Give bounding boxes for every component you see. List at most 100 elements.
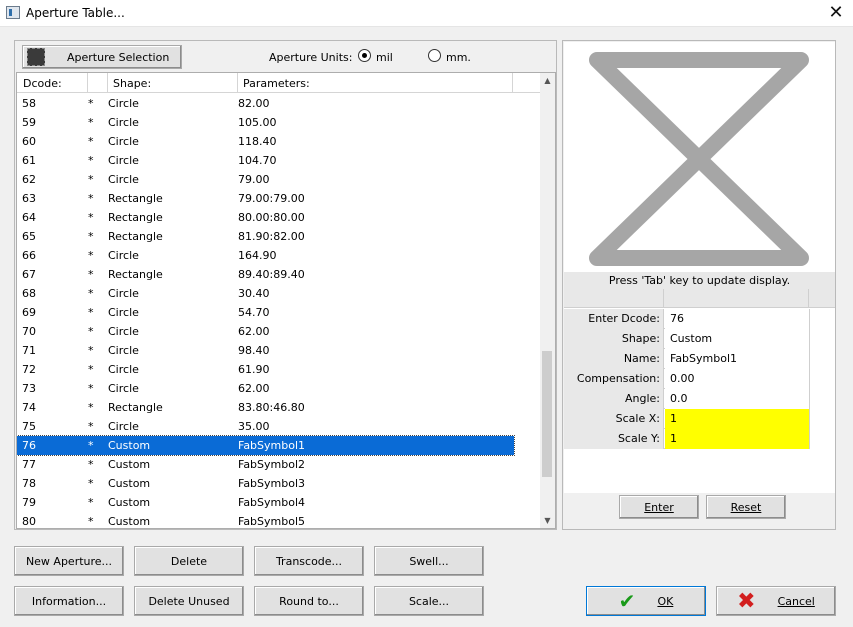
property-row: Enter Dcode: 76 <box>564 309 810 329</box>
aperture-selection-icon <box>27 48 45 66</box>
unit-label-mil[interactable]: mil <box>376 51 393 64</box>
aperture-table[interactable]: Dcode: Shape: Parameters: 58 * Circle 82.00… <box>16 72 556 529</box>
property-row: Scale X: 1 <box>564 409 810 429</box>
scale-button[interactable]: Scale... <box>374 586 484 616</box>
table-row[interactable]: 74 * Rectangle 83.80:46.80 <box>17 398 514 417</box>
cell-shape: Circle <box>108 154 139 167</box>
cell-mark: * <box>88 382 94 395</box>
cell-mark: * <box>88 477 94 490</box>
delete-label: Delete <box>170 554 208 568</box>
aperture-selection-button[interactable]: Aperture Selection <box>22 45 182 69</box>
new-aperture-button[interactable]: New Aperture... <box>14 546 124 576</box>
cell-shape: Circle <box>108 97 139 110</box>
property-value-field[interactable]: 76 <box>665 309 810 329</box>
swell-button[interactable]: Swell... <box>374 546 484 576</box>
scroll-thumb[interactable] <box>542 351 552 477</box>
aperture-selection-label: Aperture Selection <box>67 50 170 64</box>
cell-dcode: 79 <box>22 496 36 509</box>
cell-shape: Circle <box>108 116 139 129</box>
app-icon <box>6 6 20 19</box>
header-parameters[interactable]: Parameters: <box>243 77 310 90</box>
cell-mark: * <box>88 344 94 357</box>
round-to-label: Round to... <box>279 594 339 608</box>
ok-button[interactable]: ✔ OK <box>586 586 706 616</box>
cell-parameters: 62.00 <box>238 382 270 395</box>
cell-parameters: 82.00 <box>238 97 270 110</box>
cell-parameters: 104.70 <box>238 154 277 167</box>
close-icon[interactable]: ✕ <box>819 0 853 27</box>
table-row[interactable]: 63 * Rectangle 79.00:79.00 <box>17 189 514 208</box>
cell-dcode: 76 <box>22 439 36 452</box>
table-row[interactable]: 66 * Circle 164.90 <box>17 246 514 265</box>
table-row[interactable]: 79 * Custom FabSymbol4 <box>17 493 514 512</box>
unit-radio-mil[interactable] <box>358 49 371 62</box>
information-button[interactable]: Information... <box>14 586 124 616</box>
table-row[interactable]: 59 * Circle 105.00 <box>17 113 514 132</box>
update-hint: Press 'Tab' key to update display. <box>564 272 835 289</box>
table-row[interactable]: 60 * Circle 118.40 <box>17 132 514 151</box>
transcode-label: Transcode... <box>275 554 343 568</box>
table-row[interactable]: 65 * Rectangle 81.90:82.00 <box>17 227 514 246</box>
unit-radio-mm[interactable] <box>428 49 441 62</box>
checkmark-icon: ✔ <box>618 589 636 613</box>
new-aperture-label: New Aperture... <box>25 554 113 568</box>
delete-button[interactable]: Delete <box>134 546 244 576</box>
cell-shape: Circle <box>108 382 139 395</box>
header-dcode[interactable]: Dcode: <box>23 77 62 90</box>
table-row[interactable]: 68 * Circle 30.40 <box>17 284 514 303</box>
cell-shape: Custom <box>108 515 151 528</box>
table-row[interactable]: 67 * Rectangle 89.40:89.40 <box>17 265 514 284</box>
cancel-button[interactable]: ✖ Cancel <box>716 586 836 616</box>
table-row[interactable]: 73 * Circle 62.00 <box>17 379 514 398</box>
property-value-field[interactable]: Custom <box>665 329 810 349</box>
enter-button[interactable]: Enter <box>619 495 699 519</box>
table-row[interactable]: 70 * Circle 62.00 <box>17 322 514 341</box>
table-row[interactable]: 80 * Custom FabSymbol5 <box>17 512 514 528</box>
cell-mark: * <box>88 420 94 433</box>
cell-parameters: 54.70 <box>238 306 270 319</box>
cell-mark: * <box>88 116 94 129</box>
cell-parameters: 80.00:80.00 <box>238 211 305 224</box>
property-value-field[interactable]: FabSymbol1 <box>665 349 810 369</box>
cell-shape: Circle <box>108 249 139 262</box>
property-row: Shape: Custom <box>564 329 810 349</box>
cell-dcode: 59 <box>22 116 36 129</box>
table-row[interactable]: 72 * Circle 61.90 <box>17 360 514 379</box>
table-row[interactable]: 75 * Circle 35.00 <box>17 417 514 436</box>
table-row[interactable]: 64 * Rectangle 80.00:80.00 <box>17 208 514 227</box>
table-row[interactable]: 61 * Circle 104.70 <box>17 151 514 170</box>
table-row[interactable]: 77 * Custom FabSymbol2 <box>17 455 514 474</box>
cell-shape: Circle <box>108 135 139 148</box>
delete-unused-button[interactable]: Delete Unused <box>134 586 244 616</box>
table-row[interactable]: 78 * Custom FabSymbol3 <box>17 474 514 493</box>
cell-parameters: 62.00 <box>238 325 270 338</box>
table-header: Dcode: Shape: Parameters: <box>17 73 542 93</box>
cell-mark: * <box>88 287 94 300</box>
unit-label-mm[interactable]: mm. <box>446 51 471 64</box>
table-row[interactable]: 76 * Custom FabSymbol1 <box>17 435 515 456</box>
cell-shape: Circle <box>108 306 139 319</box>
scroll-down-icon[interactable]: ▼ <box>540 513 555 528</box>
transcode-button[interactable]: Transcode... <box>254 546 364 576</box>
cell-shape: Circle <box>108 173 139 186</box>
property-value-field[interactable]: 1 <box>665 429 810 449</box>
table-row[interactable]: 62 * Circle 79.00 <box>17 170 514 189</box>
property-value-field[interactable]: 0.00 <box>665 369 810 389</box>
property-label: Enter Dcode: <box>564 309 664 329</box>
scroll-up-icon[interactable]: ▲ <box>540 73 555 88</box>
table-row[interactable]: 58 * Circle 82.00 <box>17 94 514 113</box>
vertical-scrollbar[interactable]: ▲ ▼ <box>540 73 555 528</box>
header-shape[interactable]: Shape: <box>113 77 151 90</box>
property-value-field[interactable]: 0.0 <box>665 389 810 409</box>
cell-parameters: 83.80:46.80 <box>238 401 305 414</box>
table-row[interactable]: 71 * Circle 98.40 <box>17 341 514 360</box>
aperture-units-label: Aperture Units: <box>269 51 353 64</box>
cell-parameters: 61.90 <box>238 363 270 376</box>
scale-label: Scale... <box>408 594 450 608</box>
round-to-button[interactable]: Round to... <box>254 586 364 616</box>
reset-button[interactable]: Reset <box>706 495 786 519</box>
cell-mark: * <box>88 515 94 528</box>
window-title: Aperture Table... <box>26 6 125 20</box>
table-row[interactable]: 69 * Circle 54.70 <box>17 303 514 322</box>
property-value-field[interactable]: 1 <box>665 409 810 429</box>
